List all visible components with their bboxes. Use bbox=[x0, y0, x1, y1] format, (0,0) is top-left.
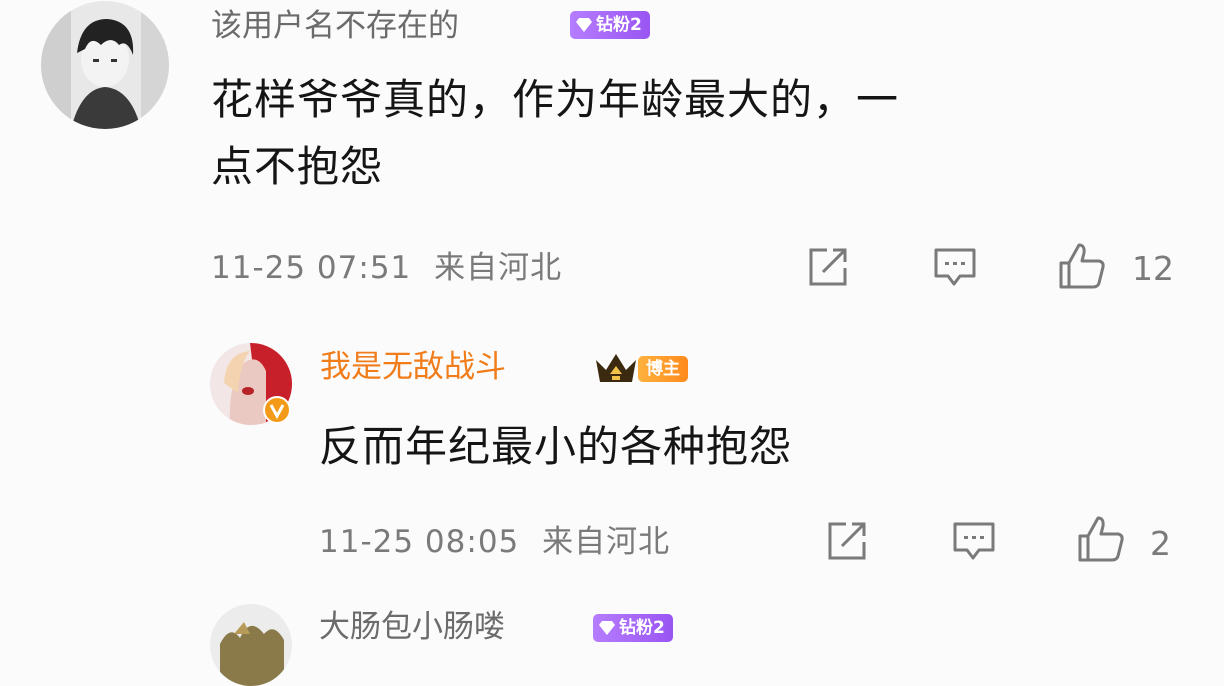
location: 来自河北 bbox=[542, 524, 671, 560]
fan-badge[interactable]: 钻粉2 bbox=[593, 614, 673, 642]
like-icon[interactable] bbox=[1076, 514, 1126, 564]
like-count: 12 bbox=[1132, 249, 1174, 288]
comment-icon[interactable] bbox=[932, 244, 978, 290]
timestamp: 11-25 08:05 bbox=[319, 524, 520, 560]
comment-meta: 11-25 07:51 来自河北 bbox=[211, 253, 562, 284]
badge-label: 钻粉2 bbox=[619, 618, 665, 638]
blogger-badge[interactable]: 博主 bbox=[638, 356, 688, 382]
comment-meta: 11-25 08:05 来自河北 bbox=[319, 527, 670, 558]
fan-badge[interactable]: 钻粉2 bbox=[570, 11, 650, 39]
crown-icon bbox=[594, 352, 638, 384]
timestamp: 11-25 07:51 bbox=[211, 250, 412, 286]
gem-icon bbox=[576, 18, 592, 32]
comment-content: 反而年纪最小的各种抱怨 bbox=[319, 422, 793, 471]
like-count: 2 bbox=[1150, 524, 1171, 563]
comment-content: 花样爷爷真的，作为年龄最大的，一 点不抱怨 bbox=[211, 71, 1191, 196]
comment-line: 花样爷爷真的，作为年龄最大的，一 bbox=[211, 75, 900, 124]
like-icon[interactable] bbox=[1057, 241, 1107, 291]
verified-v-icon bbox=[263, 396, 291, 424]
username[interactable]: 该用户名不存在的 bbox=[211, 11, 459, 42]
avatar[interactable] bbox=[41, 1, 169, 129]
comment-icon[interactable] bbox=[951, 518, 997, 564]
gem-icon bbox=[599, 621, 615, 635]
location: 来自河北 bbox=[434, 250, 563, 286]
username[interactable]: 大肠包小肠喽 bbox=[319, 612, 505, 643]
username[interactable]: 我是无敌战斗 bbox=[320, 352, 506, 383]
badge-label: 钻粉2 bbox=[596, 15, 642, 35]
share-icon[interactable] bbox=[824, 518, 870, 564]
comment-line: 点不抱怨 bbox=[211, 142, 384, 191]
share-icon[interactable] bbox=[805, 244, 851, 290]
avatar[interactable] bbox=[210, 604, 292, 686]
